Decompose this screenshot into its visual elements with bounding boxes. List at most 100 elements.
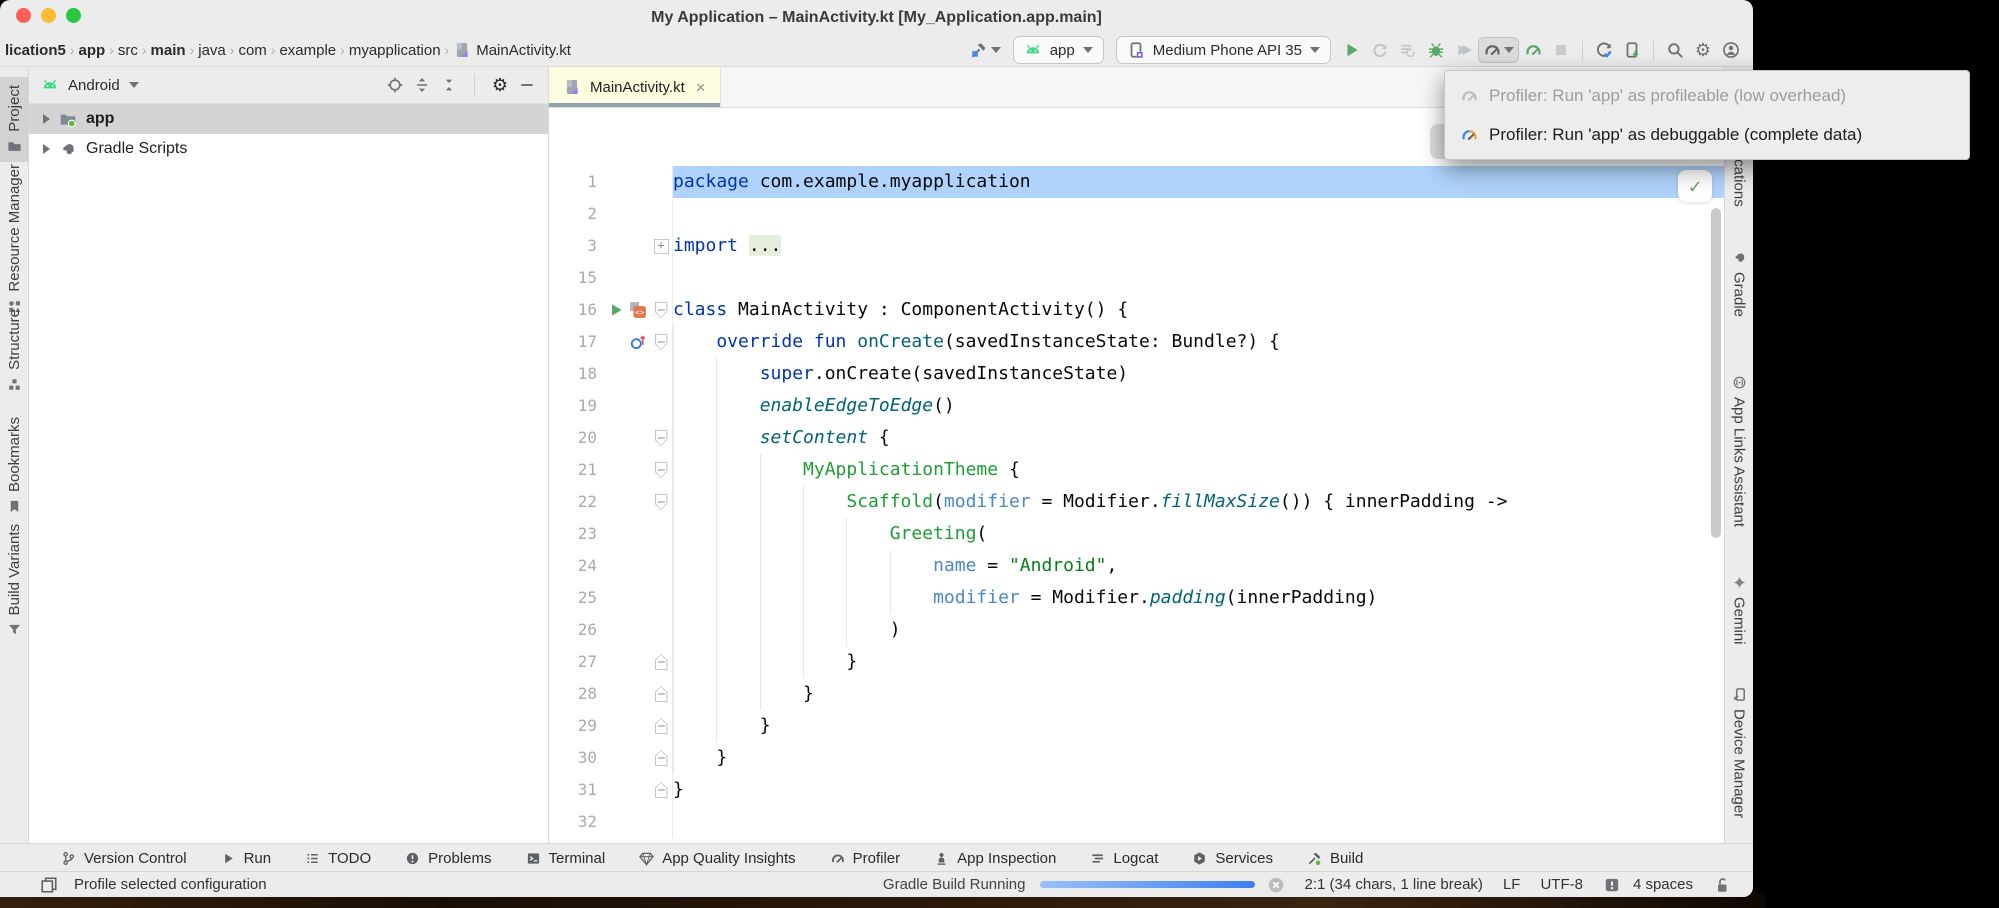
- tree-item-gradle-scripts[interactable]: Gradle Scripts: [29, 134, 548, 164]
- close-button[interactable]: [16, 8, 31, 23]
- breadcrumb-item[interactable]: main: [148, 42, 189, 59]
- scrollbar-thumb[interactable]: [1711, 208, 1721, 538]
- tool-strip-app-links-assistant[interactable]: App Links Assistant: [1725, 367, 1753, 535]
- tool-window-button-run[interactable]: Run: [204, 850, 289, 867]
- editor-tab-mainactivity[interactable]: MainActivity.kt ×: [549, 67, 721, 107]
- tool-window-button-profiler[interactable]: Profiler: [813, 850, 918, 867]
- hide-panel-button[interactable]: [518, 76, 536, 94]
- code-text[interactable]: }: [673, 774, 1724, 806]
- fold-marker[interactable]: [655, 718, 668, 734]
- fold-marker[interactable]: [655, 334, 668, 350]
- fold-marker[interactable]: [655, 686, 668, 702]
- tool-strip-build-variants[interactable]: Build Variants: [0, 516, 28, 645]
- tool-strip-device-manager[interactable]: Device Manager: [1725, 679, 1753, 826]
- fold-column[interactable]: [650, 358, 673, 390]
- breadcrumb-item[interactable]: app: [76, 42, 109, 59]
- tool-window-button-app-quality-insights[interactable]: App Quality Insights: [622, 850, 812, 867]
- fold-column[interactable]: [650, 614, 673, 646]
- breadcrumb-item[interactable]: lication5: [2, 42, 69, 59]
- fold-column[interactable]: [650, 582, 673, 614]
- inspection-status-widget[interactable]: ✓: [1678, 170, 1712, 202]
- chevron-right-icon[interactable]: [43, 114, 50, 124]
- gear-icon[interactable]: ⚙: [491, 76, 509, 94]
- build-project-button[interactable]: [965, 37, 1006, 63]
- code-text[interactable]: name = "Android",: [673, 550, 1724, 582]
- code-text[interactable]: Scaffold(modifier = Modifier.fillMaxSize…: [673, 486, 1724, 518]
- fold-marker[interactable]: +: [654, 239, 669, 254]
- code-text[interactable]: }: [673, 678, 1724, 710]
- project-view-select[interactable]: Android: [68, 77, 120, 94]
- line-separator-widget[interactable]: LF: [1503, 876, 1521, 893]
- tool-strip-project[interactable]: Project: [0, 77, 28, 162]
- tool-strip-structure[interactable]: Structure: [0, 301, 28, 400]
- collapse-all-button[interactable]: [440, 76, 458, 94]
- breadcrumb-item[interactable]: java: [195, 42, 229, 59]
- profiler-dropdown-button[interactable]: [1478, 37, 1519, 63]
- device-manager-button[interactable]: [1618, 37, 1646, 63]
- code-text[interactable]: MyApplicationTheme {: [673, 454, 1724, 486]
- code-text[interactable]: enableEdgeToEdge(): [673, 390, 1724, 422]
- tool-window-button-services[interactable]: Services: [1175, 850, 1290, 867]
- fold-column[interactable]: [650, 262, 673, 294]
- fold-column[interactable]: [650, 454, 673, 486]
- fold-column[interactable]: [650, 774, 673, 806]
- tool-strip-gradle[interactable]: Gradle: [1725, 242, 1753, 325]
- search-everywhere-button[interactable]: [1661, 37, 1689, 63]
- fold-column[interactable]: [650, 806, 673, 838]
- fold-column[interactable]: [650, 710, 673, 742]
- fold-column[interactable]: [650, 198, 673, 230]
- code-text[interactable]: }: [673, 710, 1724, 742]
- encoding-widget[interactable]: UTF-8: [1540, 876, 1583, 893]
- code-text[interactable]: }: [673, 742, 1724, 774]
- expand-all-button[interactable]: [413, 76, 431, 94]
- fold-marker[interactable]: [655, 750, 668, 766]
- code-text[interactable]: super.onCreate(savedInstanceState): [673, 358, 1724, 390]
- popup-item[interactable]: Profiler: Run 'app' as profileable (low …: [1445, 76, 1969, 115]
- fold-column[interactable]: [650, 646, 673, 678]
- fold-column[interactable]: [650, 390, 673, 422]
- account-button[interactable]: [1717, 37, 1745, 63]
- settings-button[interactable]: ⚙: [1689, 37, 1717, 63]
- breadcrumb-item[interactable]: example: [276, 42, 339, 59]
- fold-column[interactable]: [650, 166, 673, 198]
- fold-marker[interactable]: [655, 302, 668, 318]
- unlock-icon[interactable]: [1713, 876, 1731, 894]
- caret-position-widget[interactable]: 2:1 (34 chars, 1 line break): [1305, 876, 1483, 893]
- apply-changes-button[interactable]: [1366, 37, 1394, 63]
- profiler-restart-button[interactable]: [1519, 37, 1547, 63]
- attach-profiler-button[interactable]: [1450, 37, 1478, 63]
- fold-column[interactable]: [650, 486, 673, 518]
- minimize-button[interactable]: [41, 8, 56, 23]
- fold-column[interactable]: [650, 326, 673, 358]
- code-text[interactable]: [673, 806, 1724, 838]
- popup-item[interactable]: Profiler: Run 'app' as debuggable (compl…: [1445, 115, 1969, 154]
- inspections-widget-icon[interactable]: [1603, 876, 1621, 894]
- breadcrumb-item[interactable]: MainActivity.kt: [450, 41, 574, 59]
- tool-strip-gemini[interactable]: Gemini: [1725, 567, 1753, 653]
- cancel-build-button[interactable]: [1267, 876, 1285, 894]
- fold-marker[interactable]: [655, 654, 668, 670]
- fold-column[interactable]: [650, 742, 673, 774]
- code-text[interactable]: [673, 262, 1724, 294]
- tool-strip-resource-manager[interactable]: Resource Manager: [0, 156, 28, 322]
- breadcrumb-item[interactable]: myapplication: [346, 42, 444, 59]
- gradle-sync-button[interactable]: [1590, 37, 1618, 63]
- code-text[interactable]: modifier = Modifier.padding(innerPadding…: [673, 582, 1724, 614]
- tool-window-button-build[interactable]: Build: [1290, 850, 1380, 867]
- tree-item-app[interactable]: app: [29, 104, 548, 134]
- code-text[interactable]: ): [673, 614, 1724, 646]
- apply-code-changes-button[interactable]: [1394, 37, 1422, 63]
- chevron-right-icon[interactable]: [43, 144, 50, 154]
- fold-column[interactable]: [650, 518, 673, 550]
- breadcrumb-item[interactable]: src: [115, 42, 141, 59]
- run-button[interactable]: [1338, 37, 1366, 63]
- code-text[interactable]: [673, 198, 1724, 230]
- fold-column[interactable]: [650, 422, 673, 454]
- fold-marker[interactable]: [655, 782, 668, 798]
- code-text[interactable]: class MainActivity : ComponentActivity()…: [673, 294, 1724, 326]
- device-select[interactable]: Medium Phone API 35: [1116, 36, 1331, 64]
- code-text[interactable]: Greeting(: [673, 518, 1724, 550]
- editor-body[interactable]: 1package com.example.myapplication23+imp…: [549, 108, 1724, 844]
- fold-column[interactable]: [650, 678, 673, 710]
- indent-widget[interactable]: 4 spaces: [1633, 876, 1693, 893]
